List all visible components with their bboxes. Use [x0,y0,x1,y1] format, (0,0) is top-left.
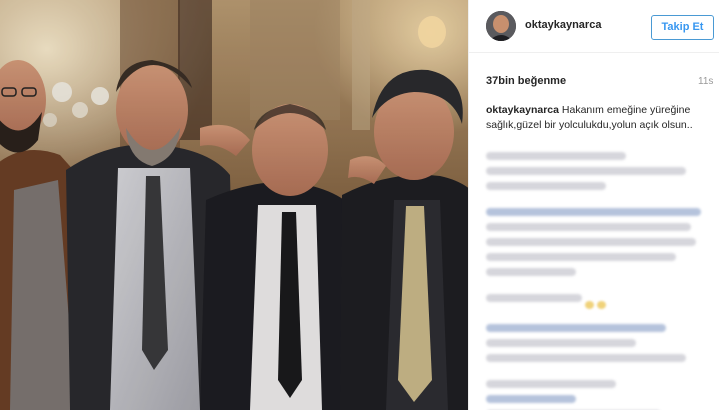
blurred-comment-line [486,324,666,332]
blurred-comment-line [486,380,616,388]
blurred-comment-line [486,208,701,216]
blurred-comment-line [486,268,576,276]
blurred-comments [486,152,711,410]
follow-button[interactable]: Takip Et [651,15,714,40]
caption-username[interactable]: oktaykaynarca [486,104,559,116]
blurred-comment-line [486,395,576,403]
post-header: oktaykaynarca Takip Et [469,0,719,53]
blurred-emoji [585,301,594,309]
avatar-icon [486,11,516,41]
group-photo-image [0,0,468,410]
blurred-emoji [597,301,606,309]
blurred-comment-line [486,182,606,190]
blurred-comment-line [486,294,582,302]
blurred-comment-line [486,167,686,175]
post-side-panel: oktaykaynarca Takip Et 37bin beğenme 11s… [468,0,719,410]
blurred-comment-line [486,253,676,261]
blurred-comment-line [486,223,691,231]
post-photo[interactable] [0,0,468,410]
blurred-comment-line [486,238,696,246]
blurred-comment-line [486,152,626,160]
blurred-comment-line [486,354,686,362]
post-username[interactable]: oktaykaynarca [525,19,601,31]
post-caption: oktaykaynarca Hakanım emeğine yüreğine s… [486,103,706,132]
profile-avatar[interactable] [486,11,516,41]
blurred-comment-line [486,339,636,347]
likes-count[interactable]: 37bin beğenme [486,75,566,87]
post-timestamp[interactable]: 11s [698,76,713,87]
